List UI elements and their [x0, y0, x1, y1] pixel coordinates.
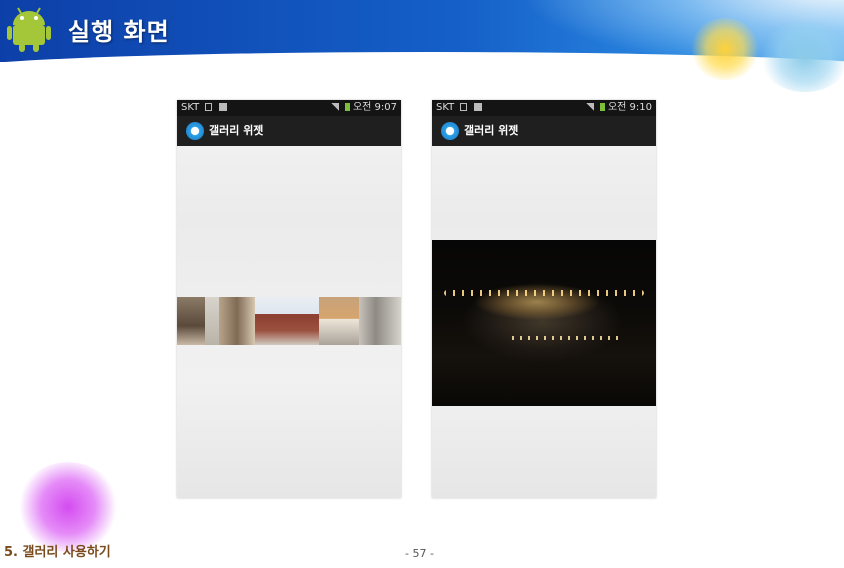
footer-section-title: 5. 갤러리 사용하기 [4, 545, 111, 560]
signal-icon [330, 103, 339, 111]
photo-lights [444, 290, 644, 296]
decorative-blob-yellow [690, 18, 760, 80]
battery-icon [599, 103, 605, 111]
phone-screenshot-1: SKT 오전 9:07 갤러리 위젯 [177, 100, 401, 498]
media-icon [473, 103, 482, 111]
status-bar: SKT 오전 9:07 [177, 100, 401, 116]
gallery-thumbnail-strip[interactable] [177, 297, 401, 345]
usb-icon [205, 103, 213, 111]
app-title: 갤러리 위젯 [209, 124, 264, 137]
gallery-thumbnail[interactable] [359, 297, 401, 345]
gallery-thumbnail[interactable] [255, 297, 319, 345]
gallery-thumbnail[interactable] [319, 297, 359, 345]
phone-screenshot-2: SKT 오전 9:10 갤러리 위젯 [432, 100, 656, 498]
app-bar: 갤러리 위젯 [432, 116, 656, 146]
carrier-label: SKT [436, 102, 455, 113]
status-time: 오전 9:10 [607, 102, 652, 113]
carrier-label: SKT [181, 102, 200, 113]
status-time: 오전 9:07 [352, 102, 397, 113]
gallery-app-icon [186, 122, 204, 140]
status-bar: SKT 오전 9:10 [432, 100, 656, 116]
decorative-blob-blue [760, 22, 844, 92]
gallery-thumbnail[interactable] [219, 297, 255, 345]
selected-photo[interactable] [432, 240, 656, 406]
media-icon [218, 103, 227, 111]
app-bar: 갤러리 위젯 [177, 116, 401, 146]
photo-lights [512, 336, 622, 340]
android-logo-icon [7, 7, 51, 52]
usb-icon [460, 103, 468, 111]
gallery-thumbnail[interactable] [205, 297, 219, 345]
page-number: - 57 - [405, 547, 434, 560]
signal-icon [585, 103, 594, 111]
slide-title: 실행 화면 [68, 18, 170, 46]
gallery-thumbnail[interactable] [177, 297, 205, 345]
gallery-app-icon [441, 122, 459, 140]
decorative-blob-magenta [18, 462, 118, 552]
app-title: 갤러리 위젯 [464, 124, 519, 137]
battery-icon [344, 103, 350, 111]
